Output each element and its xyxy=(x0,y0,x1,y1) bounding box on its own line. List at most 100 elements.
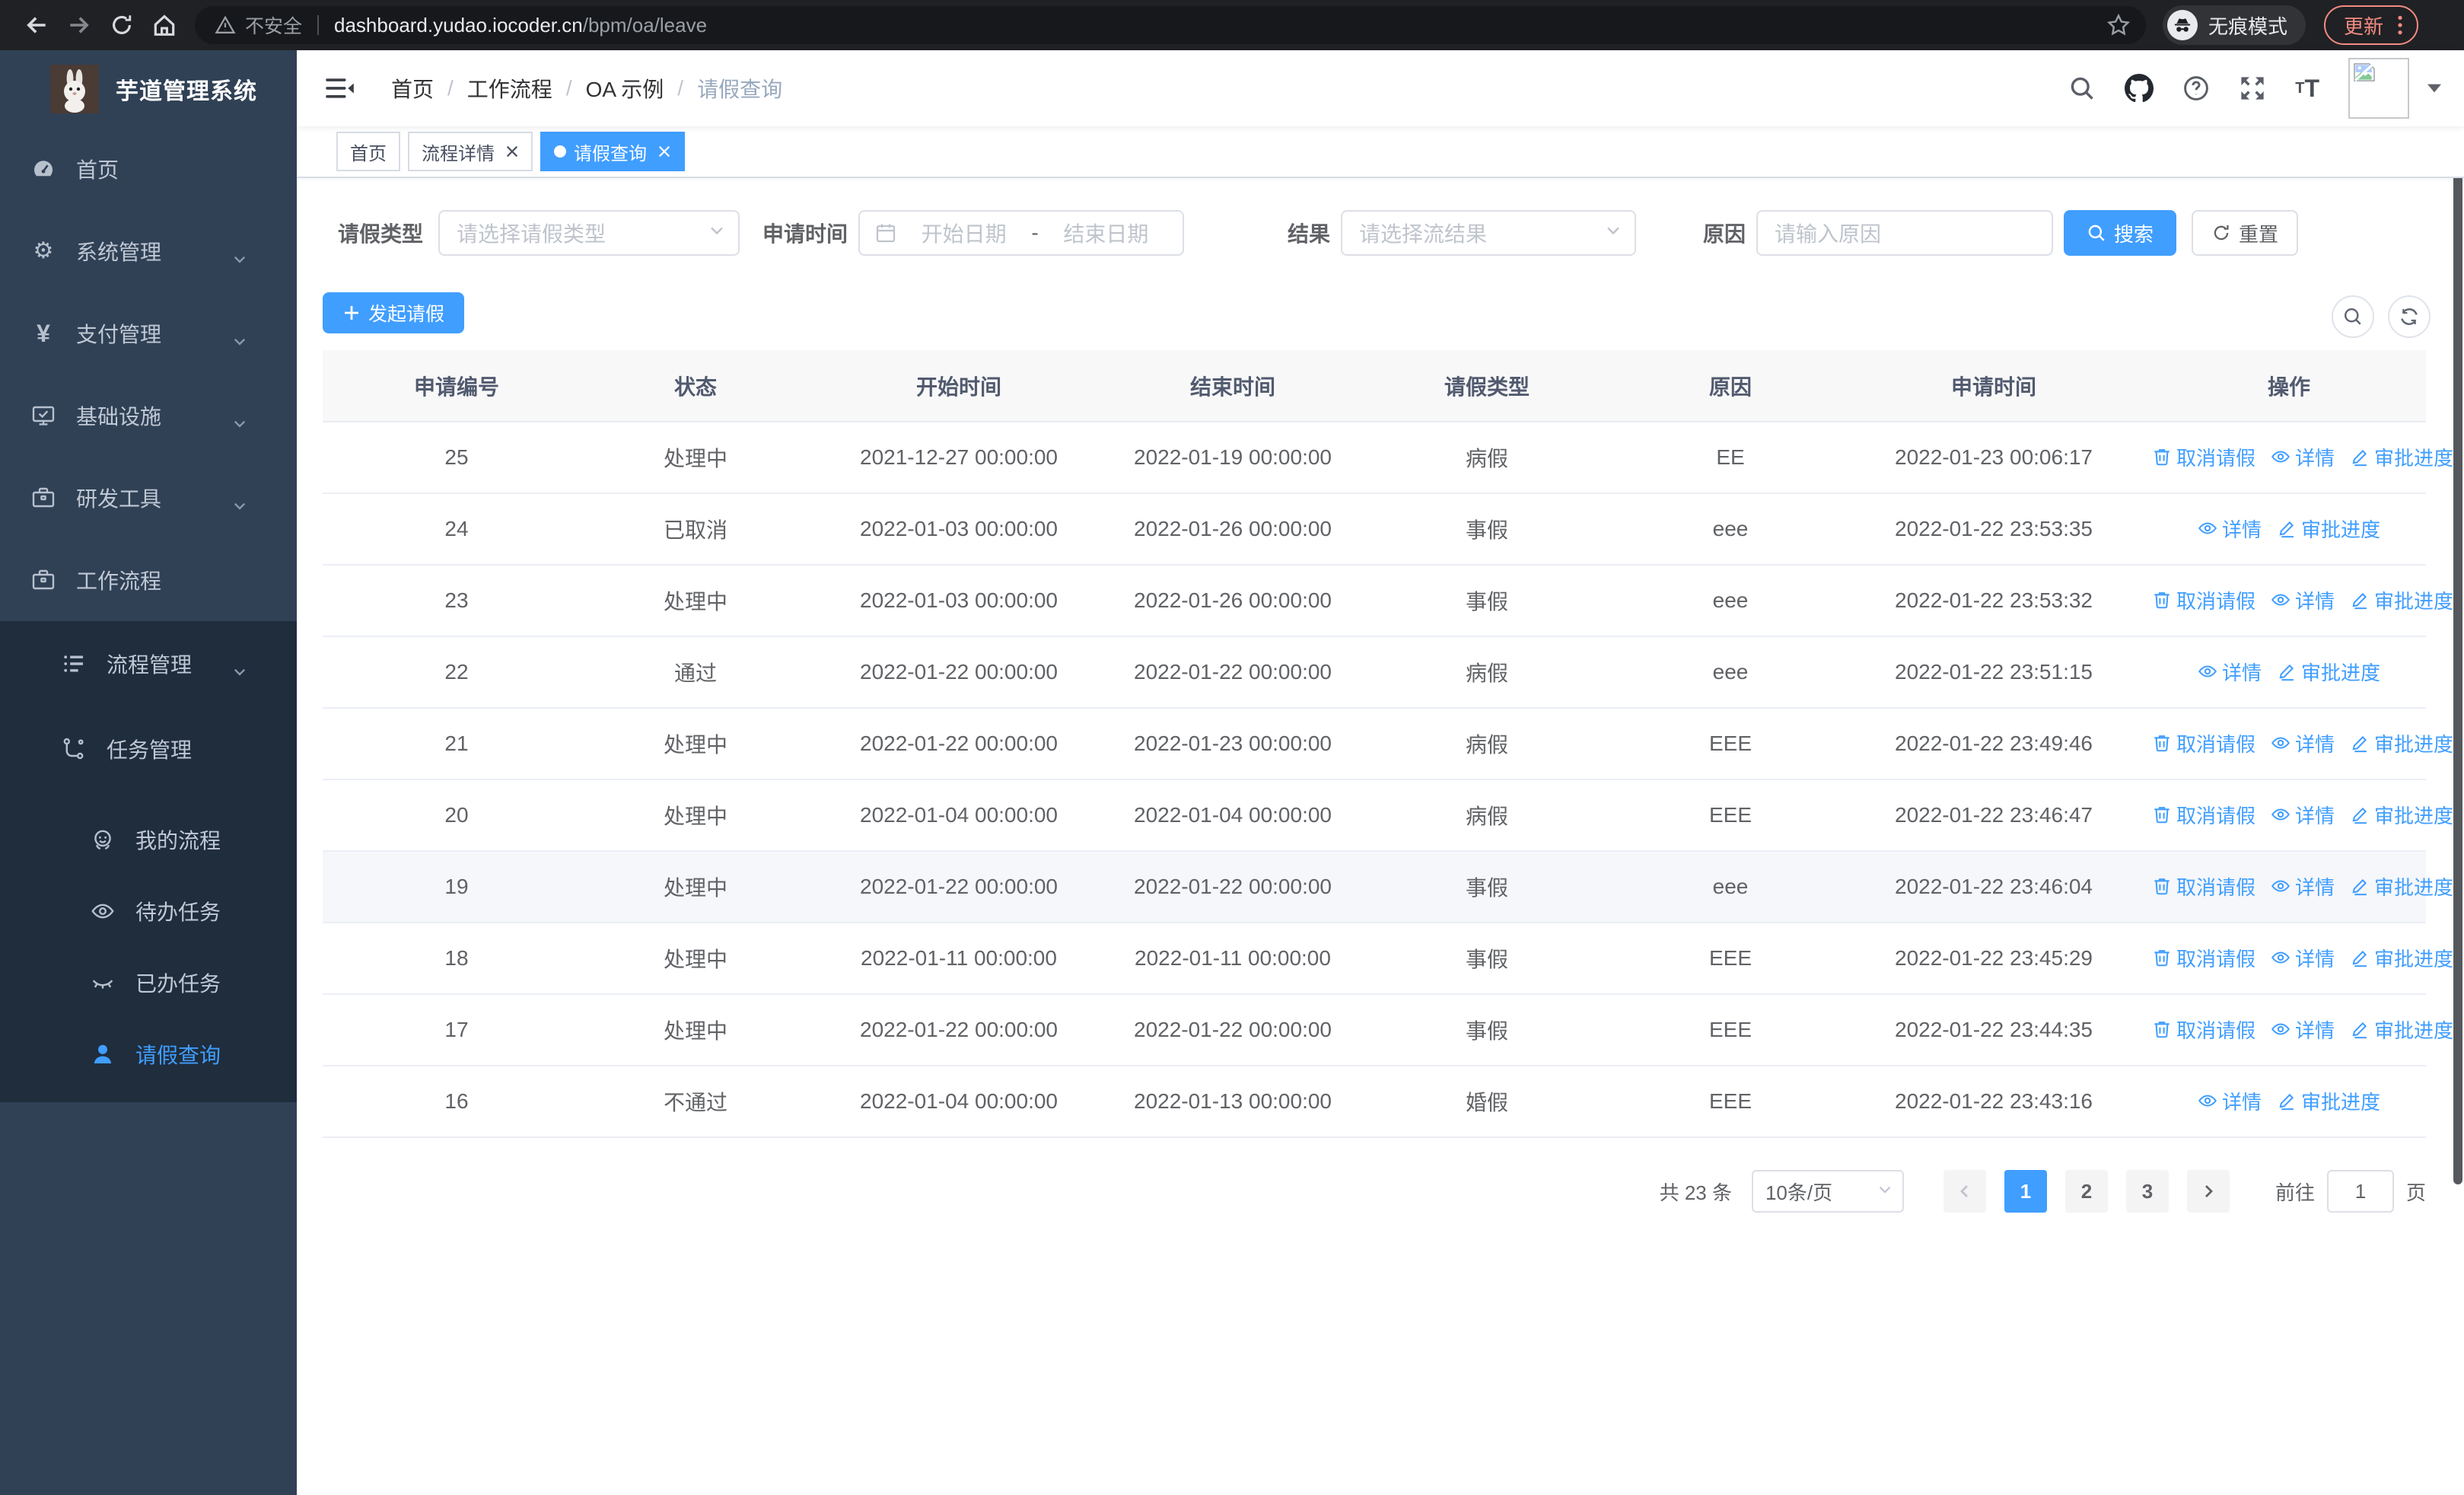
detail-link[interactable]: 详情 xyxy=(2271,872,2335,901)
reload-icon[interactable] xyxy=(100,4,143,46)
cancel-leave-link[interactable]: 取消请假 xyxy=(2152,944,2255,972)
detail-link[interactable]: 详情 xyxy=(2271,443,2335,471)
detail-link[interactable]: 详情 xyxy=(2198,515,2262,543)
update-button[interactable]: 更新 xyxy=(2324,5,2419,45)
reset-button[interactable]: 重置 xyxy=(2192,210,2298,256)
detail-link[interactable]: 详情 xyxy=(2198,658,2262,686)
eye-sm-icon xyxy=(2271,805,2291,824)
action-label: 详情 xyxy=(2221,518,2262,541)
close-icon[interactable] xyxy=(505,145,519,158)
search-icon[interactable] xyxy=(2068,75,2096,102)
cell-status: 已取消 xyxy=(591,493,801,566)
leave-table: 申请编号 状态 开始时间 结束时间 请假类型 原因 申请时间 操作 25 处理中 2021-12-… xyxy=(323,350,2453,1138)
sidebar-item-8[interactable]: 我的流程 xyxy=(0,804,297,875)
back-icon[interactable] xyxy=(15,4,58,46)
detail-link[interactable]: 详情 xyxy=(2271,1015,2335,1044)
sidebar-item-10[interactable]: 已办任务 xyxy=(0,947,297,1018)
cancel-leave-link[interactable]: 取消请假 xyxy=(2152,801,2255,829)
cell-end: 2022-01-13 00:00:00 xyxy=(1117,1066,1348,1138)
page-size-select[interactable]: 10条/页 xyxy=(1751,1170,1904,1213)
tab-home[interactable]: 首页 xyxy=(336,132,400,171)
reason-input[interactable]: 请输入原因 xyxy=(1756,210,2053,256)
search-button[interactable]: 搜索 xyxy=(2064,210,2176,256)
avatar-caret-icon[interactable] xyxy=(2427,84,2441,93)
sidebar-item-7[interactable]: 任务管理 xyxy=(0,706,311,792)
toggle-search-icon[interactable] xyxy=(2332,295,2374,338)
sidebar-item-5[interactable]: 工作流程 xyxy=(0,539,311,621)
apply-time-range[interactable]: 开始日期 - 结束日期 xyxy=(858,210,1184,256)
help-icon[interactable] xyxy=(2182,75,2210,102)
browser-menu-icon[interactable] xyxy=(2397,14,2403,36)
cell-end: 2022-01-04 00:00:00 xyxy=(1117,779,1348,852)
url-bar[interactable]: 不安全 dashboard.yudao.iocoder.cn/bpm/oa/le… xyxy=(195,6,2146,44)
sidebar-item-1[interactable]: ⚙ 系统管理 xyxy=(0,210,297,292)
detail-link[interactable]: 详情 xyxy=(2271,586,2335,614)
leave-type-select[interactable]: 请选择请假类型 xyxy=(438,210,740,256)
detail-link[interactable]: 详情 xyxy=(2271,801,2335,829)
scrollbar[interactable] xyxy=(2453,73,2462,1184)
table-row: 23 处理中 2022-01-03 00:00:00 2022-01-26 00:00… xyxy=(323,565,2453,637)
breadcrumb-oa[interactable]: OA 示例 xyxy=(586,73,664,104)
page-button-2[interactable]: 2 xyxy=(2064,1170,2108,1213)
sidebar-item-6[interactable]: 流程管理 xyxy=(0,621,297,706)
trash-icon xyxy=(2152,1019,2172,1039)
sidebar-item-label: 基础设施 xyxy=(76,405,162,429)
result-select[interactable]: 请选择流结果 xyxy=(1341,210,1636,256)
cell-start: 2022-01-22 00:00:00 xyxy=(801,636,1117,709)
eye-open-icon xyxy=(90,899,116,923)
cancel-leave-link[interactable]: 取消请假 xyxy=(2152,729,2255,757)
page-button-3[interactable]: 3 xyxy=(2125,1170,2169,1213)
sidebar-item-2[interactable]: ¥ 支付管理 xyxy=(0,292,297,375)
incognito-label: 无痕模式 xyxy=(2208,14,2288,38)
breadcrumb-workflow[interactable]: 工作流程 xyxy=(467,73,552,104)
page-button-1[interactable]: 1 xyxy=(2004,1170,2047,1213)
sidebar-item-label: 我的流程 xyxy=(135,829,221,853)
breadcrumb-home[interactable]: 首页 xyxy=(391,73,434,104)
eye-sm-icon xyxy=(2198,518,2217,538)
refresh-icon[interactable] xyxy=(2388,295,2431,338)
cancel-leave-link[interactable]: 取消请假 xyxy=(2152,586,2255,614)
sidebar-item-4[interactable]: 研发工具 xyxy=(0,457,297,539)
cell-reason: EEE xyxy=(1625,994,1835,1066)
cell-applied: 2022-01-22 23:53:32 xyxy=(1835,565,2152,637)
approval-progress-link[interactable]: 审批进度 xyxy=(2350,443,2453,471)
cancel-leave-link[interactable]: 取消请假 xyxy=(2152,872,2255,901)
detail-link[interactable]: 详情 xyxy=(2271,729,2335,757)
sidebar-item-9[interactable]: 待办任务 xyxy=(0,875,297,947)
home-icon[interactable] xyxy=(143,4,186,46)
approval-progress-link[interactable]: 审批进度 xyxy=(2277,515,2380,543)
avatar[interactable] xyxy=(2348,58,2409,119)
create-leave-button[interactable]: 发起请假 xyxy=(323,292,464,333)
cancel-leave-link[interactable]: 取消请假 xyxy=(2152,443,2255,471)
approval-progress-link[interactable]: 审批进度 xyxy=(2350,944,2453,972)
tab-leave-query[interactable]: 请假查询 xyxy=(540,132,685,171)
cell-reason: EE xyxy=(1625,422,1835,494)
approval-progress-link[interactable]: 审批进度 xyxy=(2350,872,2453,901)
start-date-input[interactable]: 开始日期 xyxy=(899,218,1028,248)
approval-progress-link[interactable]: 审批进度 xyxy=(2350,729,2453,757)
next-page-button[interactable] xyxy=(2186,1170,2230,1213)
approval-progress-link[interactable]: 审批进度 xyxy=(2277,1087,2380,1115)
sidebar-toggle-icon[interactable] xyxy=(326,77,355,100)
approval-progress-link[interactable]: 审批进度 xyxy=(2277,658,2380,686)
close-icon[interactable] xyxy=(657,145,671,158)
sidebar-item-3[interactable]: 基础设施 xyxy=(0,375,297,457)
cancel-leave-link[interactable]: 取消请假 xyxy=(2152,1015,2255,1044)
tab-process-detail[interactable]: 流程详情 xyxy=(408,132,533,171)
prev-page-button[interactable] xyxy=(1943,1170,1986,1213)
detail-link[interactable]: 详情 xyxy=(2271,944,2335,972)
forward-icon[interactable] xyxy=(58,4,100,46)
sidebar-item-0[interactable]: 首页 xyxy=(0,128,297,210)
github-icon[interactable] xyxy=(2125,74,2154,103)
fullscreen-icon[interactable] xyxy=(2239,75,2266,102)
approval-progress-link[interactable]: 审批进度 xyxy=(2350,801,2453,829)
font-size-icon[interactable]: TT xyxy=(2295,75,2319,103)
sidebar-item-11[interactable]: 请假查询 xyxy=(0,1018,297,1090)
detail-link[interactable]: 详情 xyxy=(2198,1087,2262,1115)
end-date-input[interactable]: 结束日期 xyxy=(1042,218,1170,248)
approval-progress-link[interactable]: 审批进度 xyxy=(2350,586,2453,614)
approval-progress-link[interactable]: 审批进度 xyxy=(2350,1015,2453,1044)
bookmark-star-icon[interactable] xyxy=(2106,13,2131,37)
goto-page-input[interactable] xyxy=(2326,1170,2394,1213)
cell-actions: 取消请假 详情 审批进度 xyxy=(2152,994,2453,1066)
